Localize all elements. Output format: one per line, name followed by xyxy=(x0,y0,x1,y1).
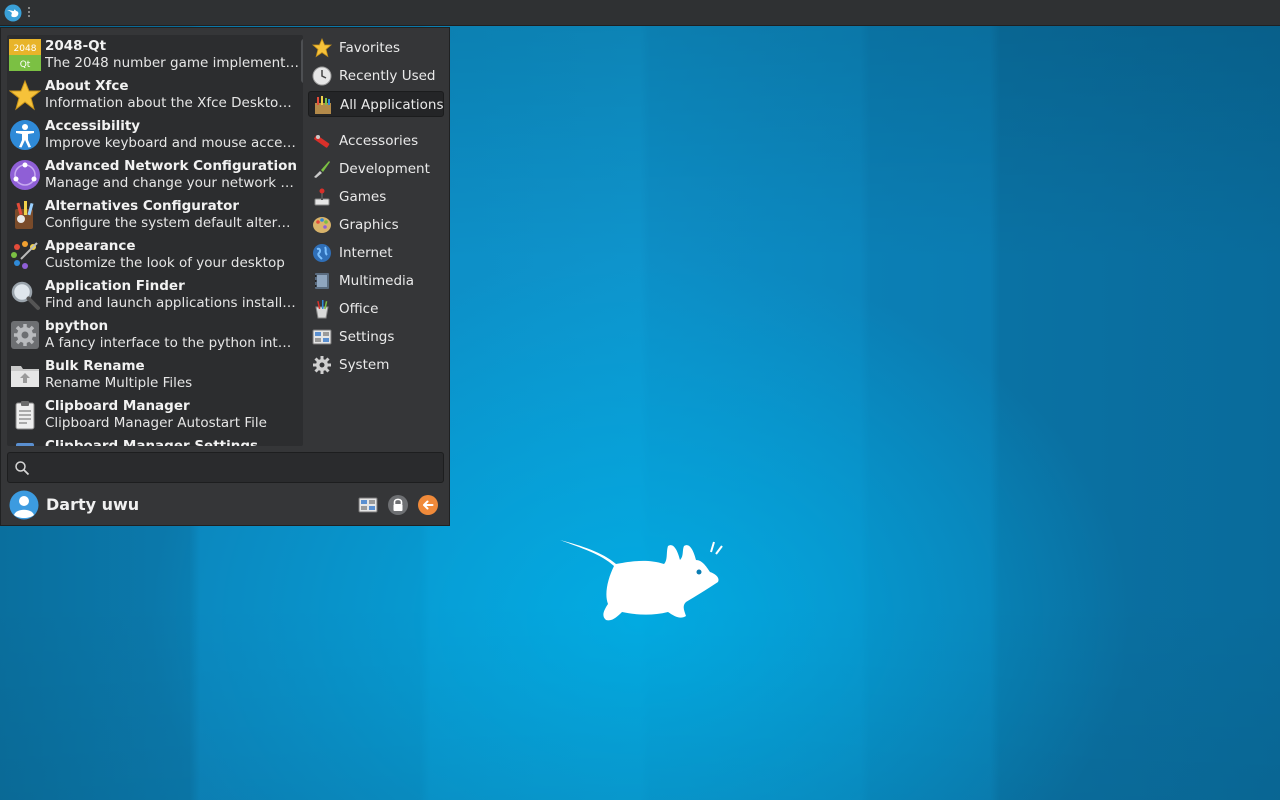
clipboard-settings-icon xyxy=(16,443,34,446)
category-label: Internet xyxy=(339,245,393,261)
app-description: A fancy interface to the python interpre… xyxy=(45,335,299,351)
category-label: All Applications xyxy=(340,97,444,113)
development-icon xyxy=(314,161,330,178)
network-icon xyxy=(10,160,40,190)
svg-text:2048: 2048 xyxy=(14,44,37,54)
category-label: Favorites xyxy=(339,40,400,56)
star-icon xyxy=(312,38,332,58)
svg-text:Qt: Qt xyxy=(20,60,31,70)
category-favorites[interactable]: Favorites xyxy=(308,35,444,61)
all-apps-icon xyxy=(315,96,331,114)
app-name: Application Finder xyxy=(45,278,185,294)
app-name: Advanced Network Configuration xyxy=(45,158,297,174)
app-description: Configure the system default alternative… xyxy=(45,215,299,231)
game-2048-icon: 2048 Qt xyxy=(9,39,41,71)
search-box[interactable] xyxy=(7,452,444,483)
games-icon xyxy=(314,188,330,206)
category-label: System xyxy=(339,357,390,373)
search-input[interactable] xyxy=(36,457,436,478)
application-list-scrollbar[interactable] xyxy=(301,39,303,83)
app-name: Appearance xyxy=(45,238,136,254)
list-item-alternatives-configurator[interactable]: Alternatives Configurator Configure the … xyxy=(7,195,303,235)
category-label: Accessories xyxy=(339,133,419,149)
app-name: 2048-Qt xyxy=(45,38,107,54)
graphics-icon xyxy=(313,217,331,233)
list-item-bpython[interactable]: bpython A fancy interface to the python … xyxy=(7,315,303,355)
app-name: Clipboard Manager Settings xyxy=(45,438,259,446)
app-name: Clipboard Manager xyxy=(45,398,190,414)
category-development[interactable]: Development xyxy=(308,156,444,182)
category-all-applications[interactable]: All Applications xyxy=(308,91,444,117)
category-label: Development xyxy=(339,161,430,177)
app-description: The 2048 number game implementation in Q… xyxy=(45,55,299,71)
user-name: Darty uwu xyxy=(46,495,140,514)
xfce-mouse-logo xyxy=(560,540,723,621)
category-label: Settings xyxy=(339,329,395,345)
app-description: Manage and change your network connectio… xyxy=(45,175,299,191)
category-label: Games xyxy=(339,189,387,205)
category-settings[interactable]: Settings xyxy=(308,324,444,350)
appearance-icon xyxy=(11,241,38,269)
clock-icon xyxy=(312,66,332,86)
category-label: Recently Used xyxy=(339,68,436,84)
log-out-button[interactable] xyxy=(417,494,439,516)
alternatives-icon xyxy=(15,201,34,229)
xfce-mouse-icon xyxy=(4,4,22,22)
list-item-bulk-rename[interactable]: Bulk Rename Rename Multiple Files xyxy=(7,355,303,395)
list-item-about-xfce[interactable]: About Xfce Information about the Xfce De… xyxy=(7,75,303,115)
category-graphics[interactable]: Graphics xyxy=(308,212,444,238)
app-name: Bulk Rename xyxy=(45,358,145,374)
category-label: Multimedia xyxy=(339,273,415,289)
list-item-accessibility[interactable]: Accessibility Improve keyboard and mouse… xyxy=(7,115,303,155)
category-games[interactable]: Games xyxy=(308,184,444,210)
whisker-menu-button[interactable] xyxy=(2,2,24,24)
category-office[interactable]: Office xyxy=(308,296,444,322)
application-list[interactable]: 2048 Qt 2048-Qt The 2048 number game imp… xyxy=(7,35,303,446)
app-description: Customize the look of your desktop xyxy=(45,255,285,271)
list-item-2048-qt[interactable]: 2048 Qt 2048-Qt The 2048 number game imp… xyxy=(7,35,303,75)
accessibility-icon xyxy=(10,120,40,150)
multimedia-icon xyxy=(315,273,329,289)
globe-icon xyxy=(313,244,331,262)
category-system[interactable]: System xyxy=(308,352,444,378)
user-avatar[interactable] xyxy=(9,490,39,520)
whisker-menu: 2048 Qt 2048-Qt The 2048 number game imp… xyxy=(0,27,450,526)
category-label: Office xyxy=(339,301,379,317)
app-description: Improve keyboard and mouse accessibility xyxy=(45,135,299,151)
category-list: Favorites Recently Used All Applications… xyxy=(308,33,445,393)
app-description: Rename Multiple Files xyxy=(45,375,193,391)
app-name: About Xfce xyxy=(45,78,129,94)
clipboard-icon xyxy=(15,401,35,430)
search-icon xyxy=(15,461,30,476)
app-description: Find and launch applications installed o… xyxy=(45,295,299,311)
app-description: Information about the Xfce Desktop Envir… xyxy=(45,95,299,111)
panel-handle[interactable] xyxy=(27,7,31,19)
settings-icon xyxy=(312,329,332,345)
settings-manager-button[interactable] xyxy=(357,494,379,516)
gear-icon xyxy=(11,321,39,349)
list-item-clipboard-manager-settings[interactable]: Clipboard Manager Settings xyxy=(7,435,303,446)
list-item-appearance[interactable]: Appearance Customize the look of your de… xyxy=(7,235,303,275)
list-item-clipboard-manager[interactable]: Clipboard Manager Clipboard Manager Auto… xyxy=(7,395,303,435)
folder-icon xyxy=(11,366,39,387)
accessories-icon xyxy=(314,135,330,148)
category-internet[interactable]: Internet xyxy=(308,240,444,266)
category-accessories[interactable]: Accessories xyxy=(308,128,444,154)
star-icon xyxy=(9,79,41,111)
magnifier-icon xyxy=(11,281,40,310)
office-icon xyxy=(315,300,329,319)
app-name: Alternatives Configurator xyxy=(45,198,240,214)
app-name: Accessibility xyxy=(45,118,141,134)
app-description: Clipboard Manager Autostart File xyxy=(45,415,267,431)
list-item-application-finder[interactable]: Application Finder Find and launch appli… xyxy=(7,275,303,315)
lock-screen-button[interactable] xyxy=(387,494,409,516)
top-panel xyxy=(0,0,1280,26)
category-label: Graphics xyxy=(339,217,399,233)
category-multimedia[interactable]: Multimedia xyxy=(308,268,444,294)
category-recently-used[interactable]: Recently Used xyxy=(308,63,444,89)
list-item-advanced-network-configuration[interactable]: Advanced Network Configuration Manage an… xyxy=(7,155,303,195)
system-gear-icon xyxy=(313,356,331,374)
app-name: bpython xyxy=(45,318,109,334)
